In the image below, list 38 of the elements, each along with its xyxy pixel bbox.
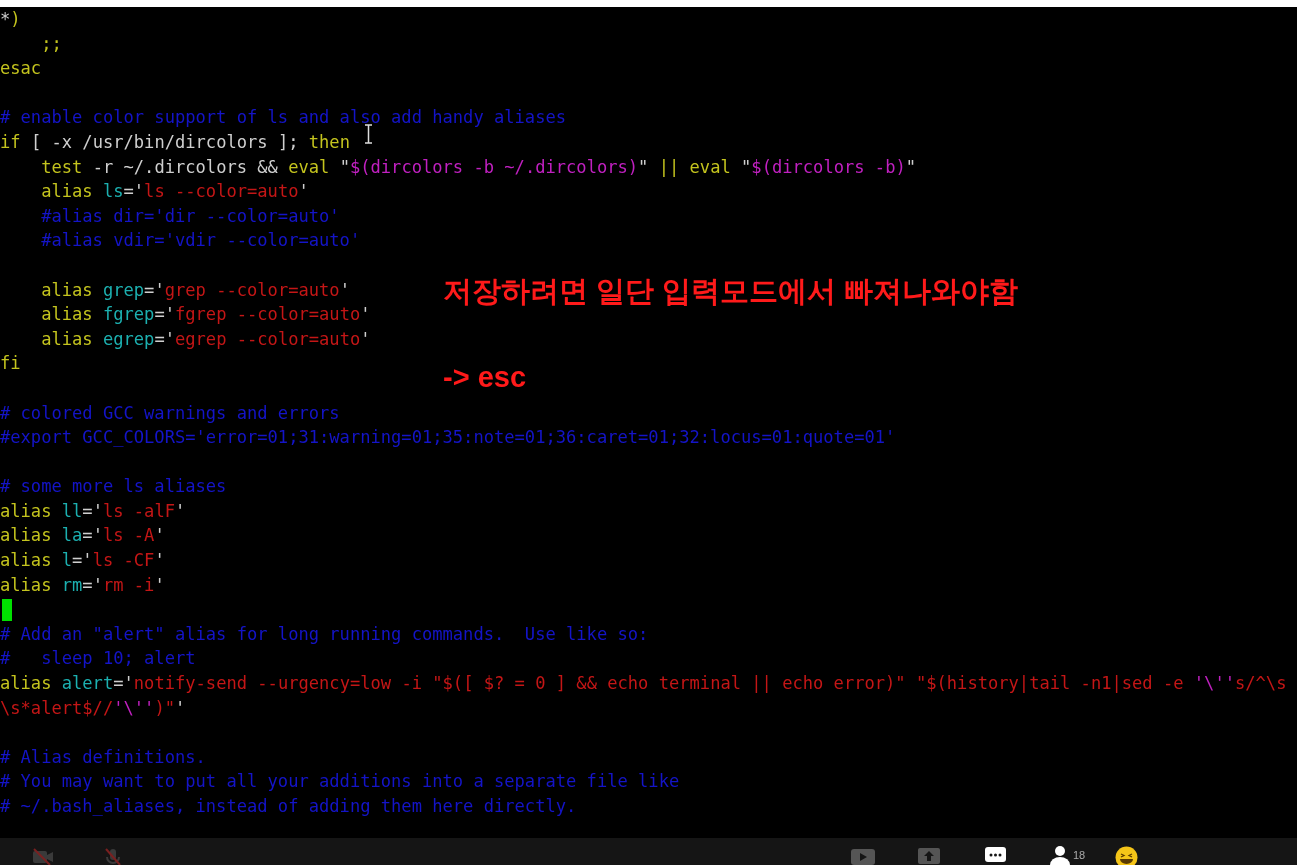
code-line: \s*alert$//'\'')"': [0, 696, 186, 720]
code-line: alias ll='ls -alF': [0, 499, 186, 523]
code-line: if [ -x /usr/bin/dircolors ]; then: [0, 130, 350, 154]
code-line: # You may want to put all your additions into a separate file like: [0, 770, 680, 794]
annotation-text: -> esc: [443, 360, 528, 395]
code-line: # colored GCC warnings and errors: [0, 401, 340, 425]
code-line: # enable color support of ls and also add handy aliases: [0, 106, 567, 130]
code-line: # Alias definitions.: [0, 745, 206, 769]
code-line: #export GCC_COLORS='error=01;31:warning=01;35:note=01;36:caret=01;32:locus=01:quote=01': [0, 426, 896, 450]
code-line: alias egrep='egrep --color=auto': [40, 327, 371, 351]
camera-off-icon[interactable]: [32, 848, 54, 865]
code-line: alias la='ls -A': [0, 524, 165, 548]
annotation-text: 저장하려면 일단 입력모드에서 빠져나와야함: [443, 274, 1019, 309]
microphone-off-icon[interactable]: [105, 848, 121, 865]
code-line: alias grep='grep --color=auto': [40, 278, 350, 302]
code-line: ;;: [40, 32, 62, 56]
share-icon[interactable]: [918, 848, 940, 864]
person-icon[interactable]: [1050, 846, 1070, 865]
chat-icon[interactable]: [985, 847, 1006, 865]
code-line: #alias vdir='vdir --color=auto': [40, 229, 361, 253]
play-icon[interactable]: [851, 849, 875, 865]
code-line: # sleep 10; alert: [0, 647, 196, 671]
text-cursor-icon: [364, 124, 373, 144]
code-line: fi: [0, 352, 21, 376]
code-line: alias fgrep='fgrep --color=auto': [40, 303, 371, 327]
code-line: *): [0, 8, 21, 31]
code-line: test -r ~/.dircolors && eval "$(dircolors -b ~/.dircolors)" || eval "$(dircolors -b)": [40, 155, 916, 179]
code-line: # Add an "alert" alias for long running commands. Use like so:: [0, 622, 649, 646]
participant-count: 18: [1073, 848, 1086, 863]
laughing-emoji-icon[interactable]: [1115, 846, 1138, 865]
code-line: # some more ls aliases: [0, 475, 227, 499]
code-line: alias alert='notify-send --urgency=low -i "$([ $? = 0 ] && echo terminal || echo error)" "$(history|tail -n1|sed -e '\''s/^\s: [0, 672, 1287, 696]
code-line: esac: [0, 57, 42, 81]
code-line: alias rm='rm -i': [0, 573, 165, 597]
code-line: #alias dir='dir --color=auto': [40, 204, 340, 228]
code-line: alias ls='ls --color=auto': [40, 180, 309, 204]
code-line: # ~/.bash_aliases, instead of adding them here directly.: [0, 795, 577, 818]
code-line: alias l='ls -CF': [0, 549, 165, 573]
